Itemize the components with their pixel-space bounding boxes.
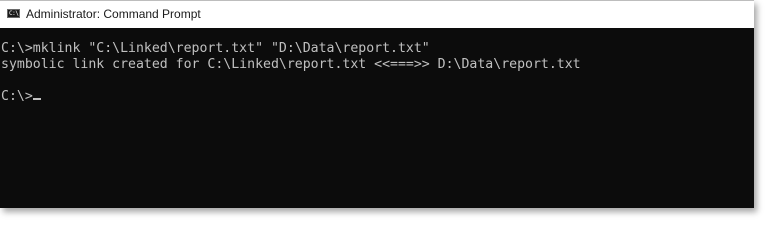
window-title: Administrator: Command Prompt [26,7,201,21]
cmd-icon[interactable]: C:\ [7,9,20,18]
console-area[interactable]: C:\>mklink "C:\Linked\report.txt" "D:\Da… [0,28,754,208]
command-prompt-window: C:\ Administrator: Command Prompt C:\>mk… [0,0,754,208]
console-prompt-line[interactable]: C:\> [1,89,41,105]
screenshot-canvas: C:\ Administrator: Command Prompt C:\>mk… [0,0,768,221]
cmd-icon-glyph: C:\ [9,10,19,17]
text-cursor [32,98,41,100]
console-line-output: symbolic link created for C:\Linked\repo… [1,57,581,72]
console-line-command: C:\>mklink "C:\Linked\report.txt" "D:\Da… [1,41,430,56]
prompt-text: C:\> [1,89,33,104]
title-bar[interactable]: C:\ Administrator: Command Prompt [0,1,754,28]
